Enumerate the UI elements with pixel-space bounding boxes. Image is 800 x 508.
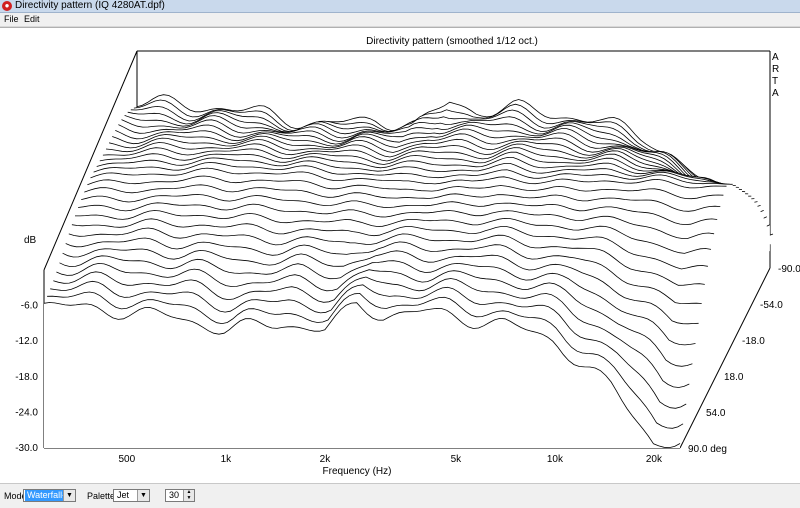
arta-watermark: A R T A — [772, 52, 779, 99]
chart-title: Directivity pattern (smoothed 1/12 oct.) — [366, 36, 538, 47]
menu-bar: File Edit — [0, 13, 800, 27]
angle-tick-label: -54.0 — [760, 300, 783, 311]
count-stepper[interactable]: 30 ▲ ▼ — [165, 489, 195, 502]
svg-text:R: R — [772, 64, 779, 75]
x-tick-label: 2k — [320, 454, 332, 465]
x-tick-label: 5k — [451, 454, 463, 465]
chevron-down-icon[interactable]: ▼ — [137, 490, 149, 501]
y-tick-label: -18.0 — [15, 372, 38, 383]
palette-label: Palette — [87, 491, 116, 501]
count-value: 30 — [169, 490, 180, 500]
arta-app-icon[interactable]: ● — [2, 1, 12, 11]
window-title: Directivity pattern (IQ 4280AT.dpf) — [15, 0, 165, 11]
menu-edit[interactable]: Edit — [24, 13, 40, 26]
y-unit-label: dB — [24, 235, 37, 246]
angle-tick-label: 90.0 deg — [688, 444, 727, 455]
y-tick-label: -12.0 — [15, 336, 38, 347]
x-tick-labels: 500 1k 2k 5k 10k 20k — [119, 454, 664, 465]
status-bar: Mode Waterfall-1 ▼ Palette Jet ▼ 30 ▲ ▼ — [0, 483, 800, 508]
angle-tick-label: 54.0 — [706, 408, 726, 419]
title-bar: ● Directivity pattern (IQ 4280AT.dpf) — [0, 0, 800, 13]
waterfall-chart: Directivity pattern (smoothed 1/12 oct.)… — [15, 36, 800, 477]
x-axis-label: Frequency (Hz) — [323, 466, 392, 477]
svg-text:T: T — [772, 76, 778, 87]
y-tick-label: -6.0 — [21, 301, 39, 312]
x-tick-label: 1k — [221, 454, 233, 465]
chevron-down-icon[interactable]: ▼ — [63, 490, 75, 501]
angle-tick-label: -90.0 — [778, 264, 800, 275]
x-tick-label: 500 — [119, 454, 136, 465]
x-tick-label: 10k — [547, 454, 564, 465]
palette-dropdown[interactable]: Jet ▼ — [113, 489, 150, 502]
waterfall-curves — [43, 94, 774, 449]
angle-tick-label: 18.0 — [724, 372, 744, 383]
palette-value: Jet — [117, 490, 130, 500]
y-tick-label: -24.0 — [15, 407, 38, 418]
menu-file[interactable]: File — [4, 13, 19, 26]
svg-text:A: A — [772, 52, 779, 63]
x-tick-label: 20k — [646, 454, 663, 465]
y-tick-labels: -6.0 -12.0 -18.0 -24.0 -30.0 — [15, 301, 38, 454]
directivity-plot: Directivity pattern (smoothed 1/12 oct.)… — [0, 27, 800, 483]
y-tick-label: -30.0 — [15, 443, 38, 454]
spin-down-icon[interactable]: ▼ — [184, 496, 194, 501]
mode-dropdown[interactable]: Waterfall-1 ▼ — [23, 489, 76, 502]
angle-tick-label: -18.0 — [742, 336, 765, 347]
svg-text:A: A — [772, 88, 779, 99]
